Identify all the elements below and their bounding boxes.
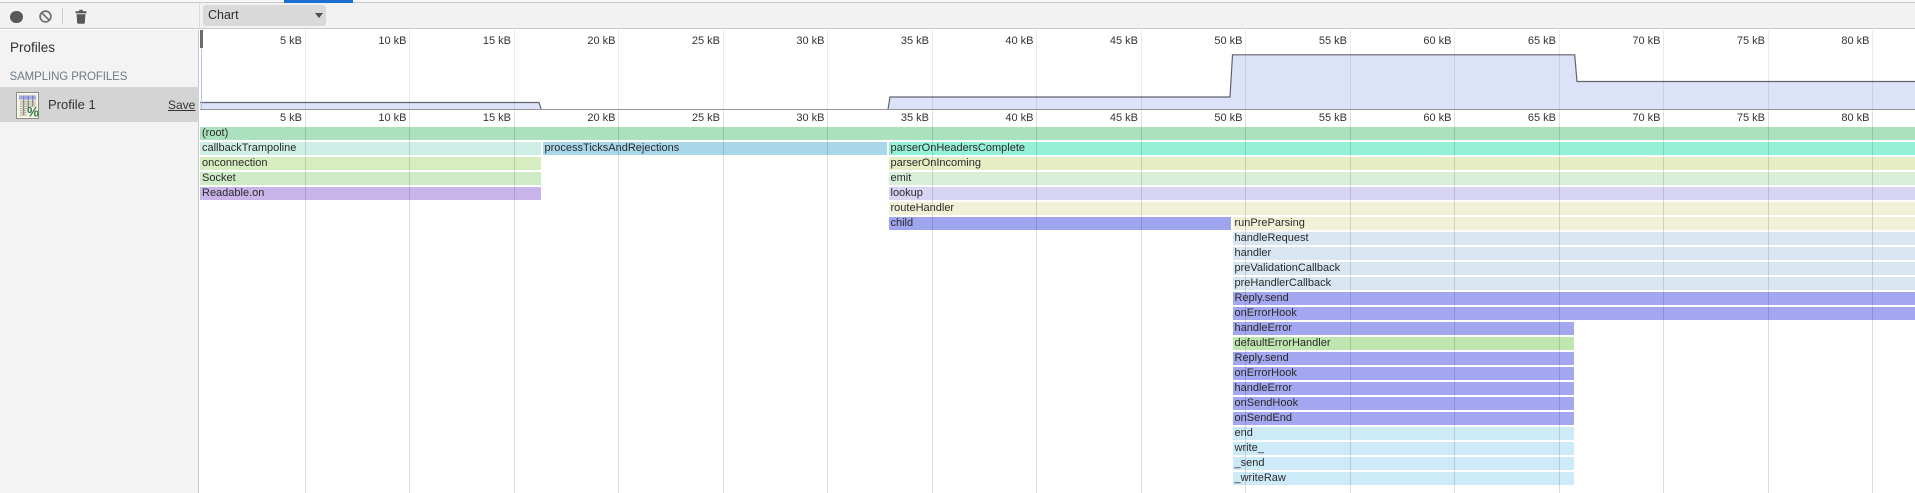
svg-text:%: %: [27, 105, 39, 120]
